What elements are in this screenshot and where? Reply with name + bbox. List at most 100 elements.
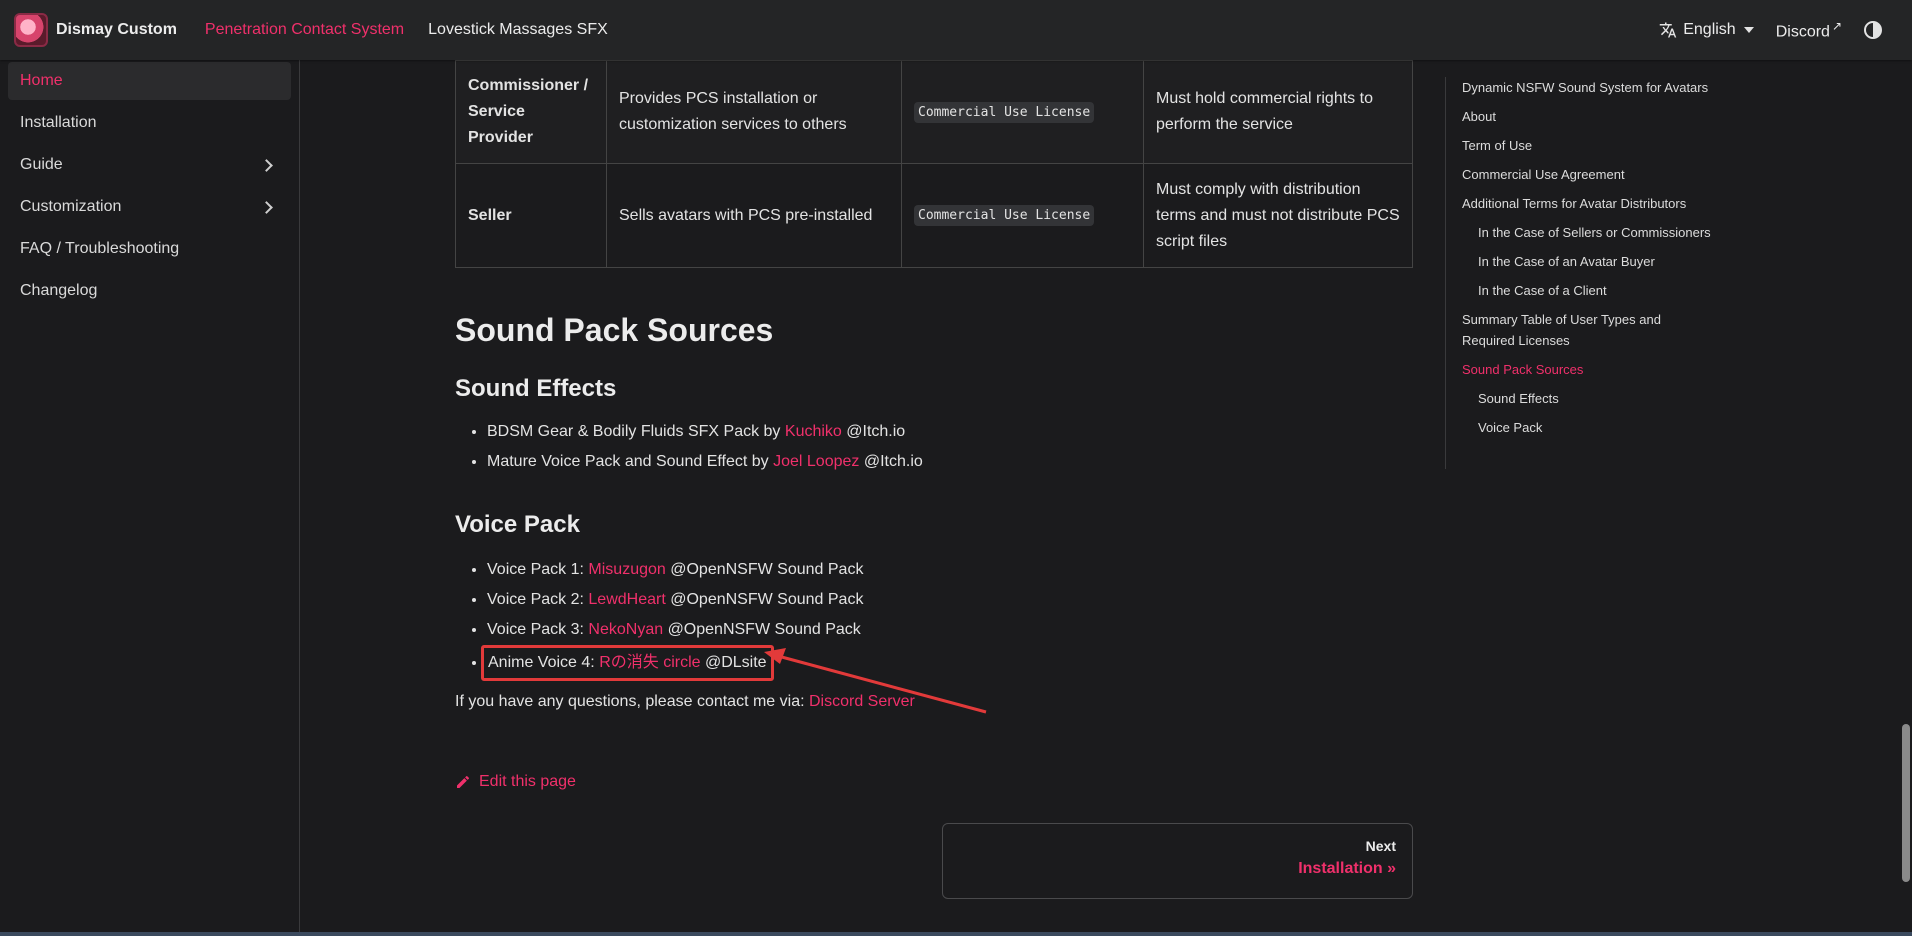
list-item: Mature Voice Pack and Sound Effect by Jo… [487,447,1413,477]
window-bottom-edge [0,932,1912,936]
external-link-icon: ↗ [1831,18,1842,33]
table-row: Commissioner / Service Provider Provides … [455,60,1413,164]
sidebar-item-label: Guide [20,156,63,173]
navbar-right: English Discord ↗ [1659,19,1898,41]
contact-label: If you have any questions, please contac… [455,693,805,710]
sidebar-item-installation[interactable]: Installation [8,104,291,142]
item-prefix: Voice Pack 1: [487,561,584,578]
sidebar-item-label: Changelog [20,282,98,299]
table-cell-role: Seller [455,163,607,268]
license-code: Commercial Use License [914,205,1095,226]
item-suffix: @OpenNSFW Sound Pack [670,561,864,578]
list-item: Anime Voice 4: Rの消失 circle @DLsite [481,645,1413,681]
toc-item[interactable]: Commercial Use Agreement [1462,164,1715,185]
sound-effects-list: BDSM Gear & Bodily Fluids SFX Pack by Ku… [487,417,1413,477]
lewdheart-link[interactable]: LewdHeart [588,591,665,608]
edit-page-link[interactable]: Edit this page [455,773,1413,791]
sidebar-item-label: FAQ / Troubleshooting [20,240,180,257]
sidebar-item-label: Installation [20,114,97,131]
toc-item[interactable]: Term of Use [1462,135,1715,156]
item-suffix: @DLsite [704,654,767,671]
brand[interactable]: Dismay Custom [14,13,177,47]
navbar: Dismay Custom Penetration Contact System… [0,0,1912,60]
toc-item[interactable]: About [1462,106,1715,127]
pencil-icon [457,775,470,788]
contact-text: If you have any questions, please contac… [455,693,1413,711]
pager-title: Installation » [1298,860,1396,877]
item-suffix: @OpenNSFW Sound Pack [670,591,864,608]
scrollbar-thumb[interactable] [1902,724,1910,882]
table-cell-note: Must comply with distribution terms and … [1143,163,1413,268]
toc-item[interactable]: In the Case of an Avatar Buyer [1462,251,1715,272]
main-content: Commissioner / Service Provider Provides … [455,60,1413,899]
table-cell-role: Commissioner / Service Provider [455,60,607,164]
discord-server-link[interactable]: Discord Server [809,693,915,710]
sidebar: Home Installation Guide Customization FA… [0,60,300,936]
list-item: BDSM Gear & Bodily Fluids SFX Pack by Ku… [487,417,1413,447]
nav-link-pcs[interactable]: Penetration Contact System [205,21,404,39]
table-cell-description: Sells avatars with PCS pre-installed [606,163,902,268]
r-no-shoushitsu-link[interactable]: Rの消失 circle [599,654,700,671]
license-code: Commercial Use License [914,101,1095,123]
toc-item[interactable]: Sound Effects [1462,388,1715,409]
license-table: Commissioner / Service Provider Provides … [455,60,1413,268]
sound-effects-heading: Sound Effects [455,375,617,402]
nekonyan-link[interactable]: NekoNyan [588,621,663,638]
caret-down-icon [1743,26,1754,33]
logo [14,13,48,47]
item-prefix: Anime Voice 4: [488,654,595,671]
list-item: Voice Pack 3: NekoNyan @OpenNSFW Sound P… [487,615,1413,645]
voice-pack-list: Voice Pack 1: Misuzugon @OpenNSFW Sound … [481,555,1413,681]
sidebar-item-faq[interactable]: FAQ / Troubleshooting [8,230,291,268]
edit-page-label: Edit this page [479,773,576,790]
brand-title: Dismay Custom [56,21,177,38]
table-cell-note: Must hold commercial rights to perform t… [1143,60,1413,164]
role-text: Service Provider [468,103,533,146]
list-item: Voice Pack 2: LewdHeart @OpenNSFW Sound … [487,585,1413,615]
toc-item[interactable]: In the Case of Sellers or Commissioners [1462,222,1715,243]
table-of-contents: Dynamic NSFW Sound System for Avatars Ab… [1445,77,1715,469]
sidebar-item-changelog[interactable]: Changelog [8,272,291,310]
pager-sublabel: Next [1365,838,1396,854]
toc-item[interactable]: Dynamic NSFW Sound System for Avatars [1462,77,1715,98]
table-cell-license: Commercial Use License [901,60,1144,164]
toc-item[interactable]: Voice Pack [1462,417,1715,438]
toc-item-active[interactable]: Sound Pack Sources [1462,359,1715,380]
joel-loopez-link[interactable]: Joel Loopez [773,453,859,470]
item-prefix: BDSM Gear & Bodily Fluids SFX Pack by [487,423,781,440]
table-row: Seller Sells avatars with PCS pre-instal… [455,163,1413,268]
chevron-right-icon[interactable] [260,200,273,214]
nav-link-lovestick[interactable]: Lovestick Massages SFX [428,21,608,39]
misuzugon-link[interactable]: Misuzugon [588,561,665,578]
item-prefix: Mature Voice Pack and Sound Effect by [487,453,769,470]
item-prefix: Voice Pack 2: [487,591,584,608]
section-title: Sound Pack Sources [455,312,774,348]
language-dropdown[interactable]: English [1659,20,1754,39]
toc-item[interactable]: In the Case of a Client [1462,280,1715,301]
table-cell-license: Commercial Use License [901,163,1144,268]
discord-label: Discord [1775,23,1830,41]
voice-pack-heading: Voice Pack [455,511,580,538]
item-prefix: Voice Pack 3: [487,621,584,638]
role-text: Commissioner / [468,77,589,94]
sidebar-item-home[interactable]: Home [8,62,291,100]
translate-icon [1659,22,1677,38]
toc-item[interactable]: Summary Table of User Types and Required… [1462,309,1715,351]
chevron-right-icon[interactable] [260,158,273,172]
item-suffix: @Itch.io [863,453,923,470]
sidebar-item-customization[interactable]: Customization [8,188,291,226]
kuchiko-link[interactable]: Kuchiko [785,423,842,440]
sidebar-item-label: Home [20,72,63,89]
annotation-highlight-box: Anime Voice 4: Rの消失 circle @DLsite [481,645,774,681]
list-item: Voice Pack 1: Misuzugon @OpenNSFW Sound … [487,555,1413,585]
language-label: English [1683,20,1736,38]
item-suffix: @OpenNSFW Sound Pack [667,621,861,638]
next-page-button[interactable]: Next Installation » [942,823,1413,899]
item-suffix: @Itch.io [846,423,906,440]
sidebar-item-label: Customization [20,198,122,215]
discord-link[interactable]: Discord ↗ [1776,19,1842,41]
sidebar-item-guide[interactable]: Guide [8,146,291,184]
table-cell-description: Provides PCS installation or customizati… [606,60,902,164]
theme-toggle-icon[interactable] [1864,20,1882,39]
toc-item[interactable]: Additional Terms for Avatar Distributors [1462,193,1715,214]
